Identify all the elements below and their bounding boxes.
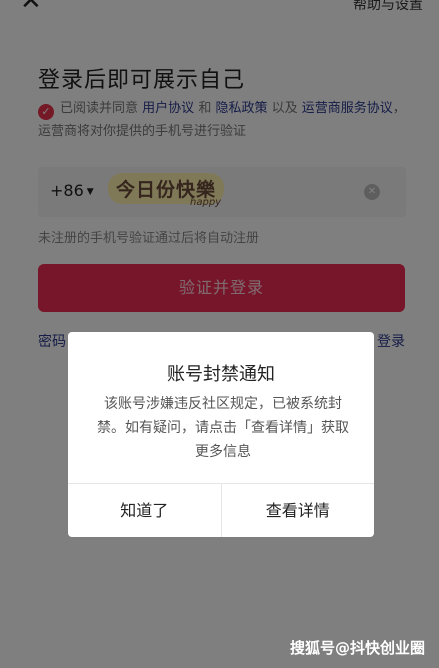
dialog-body: 该账号涉嫌违反社区规定，已被系统封禁。如有疑问，请点击「查看详情」获取更多信息 [97, 396, 349, 460]
ban-notice-dialog: 账号封禁通知 该账号涉嫌违反社区规定，已被系统封禁。如有疑问，请点击「查看详情」… [68, 332, 374, 537]
dialog-actions: 知道了 查看详情 [68, 483, 374, 537]
ok-button[interactable]: 知道了 [68, 484, 221, 537]
view-details-button[interactable]: 查看详情 [220, 484, 375, 537]
watermark: 搜狐号@抖快创业圈 [289, 639, 425, 657]
dialog-title: 账号封禁通知 [167, 364, 275, 385]
